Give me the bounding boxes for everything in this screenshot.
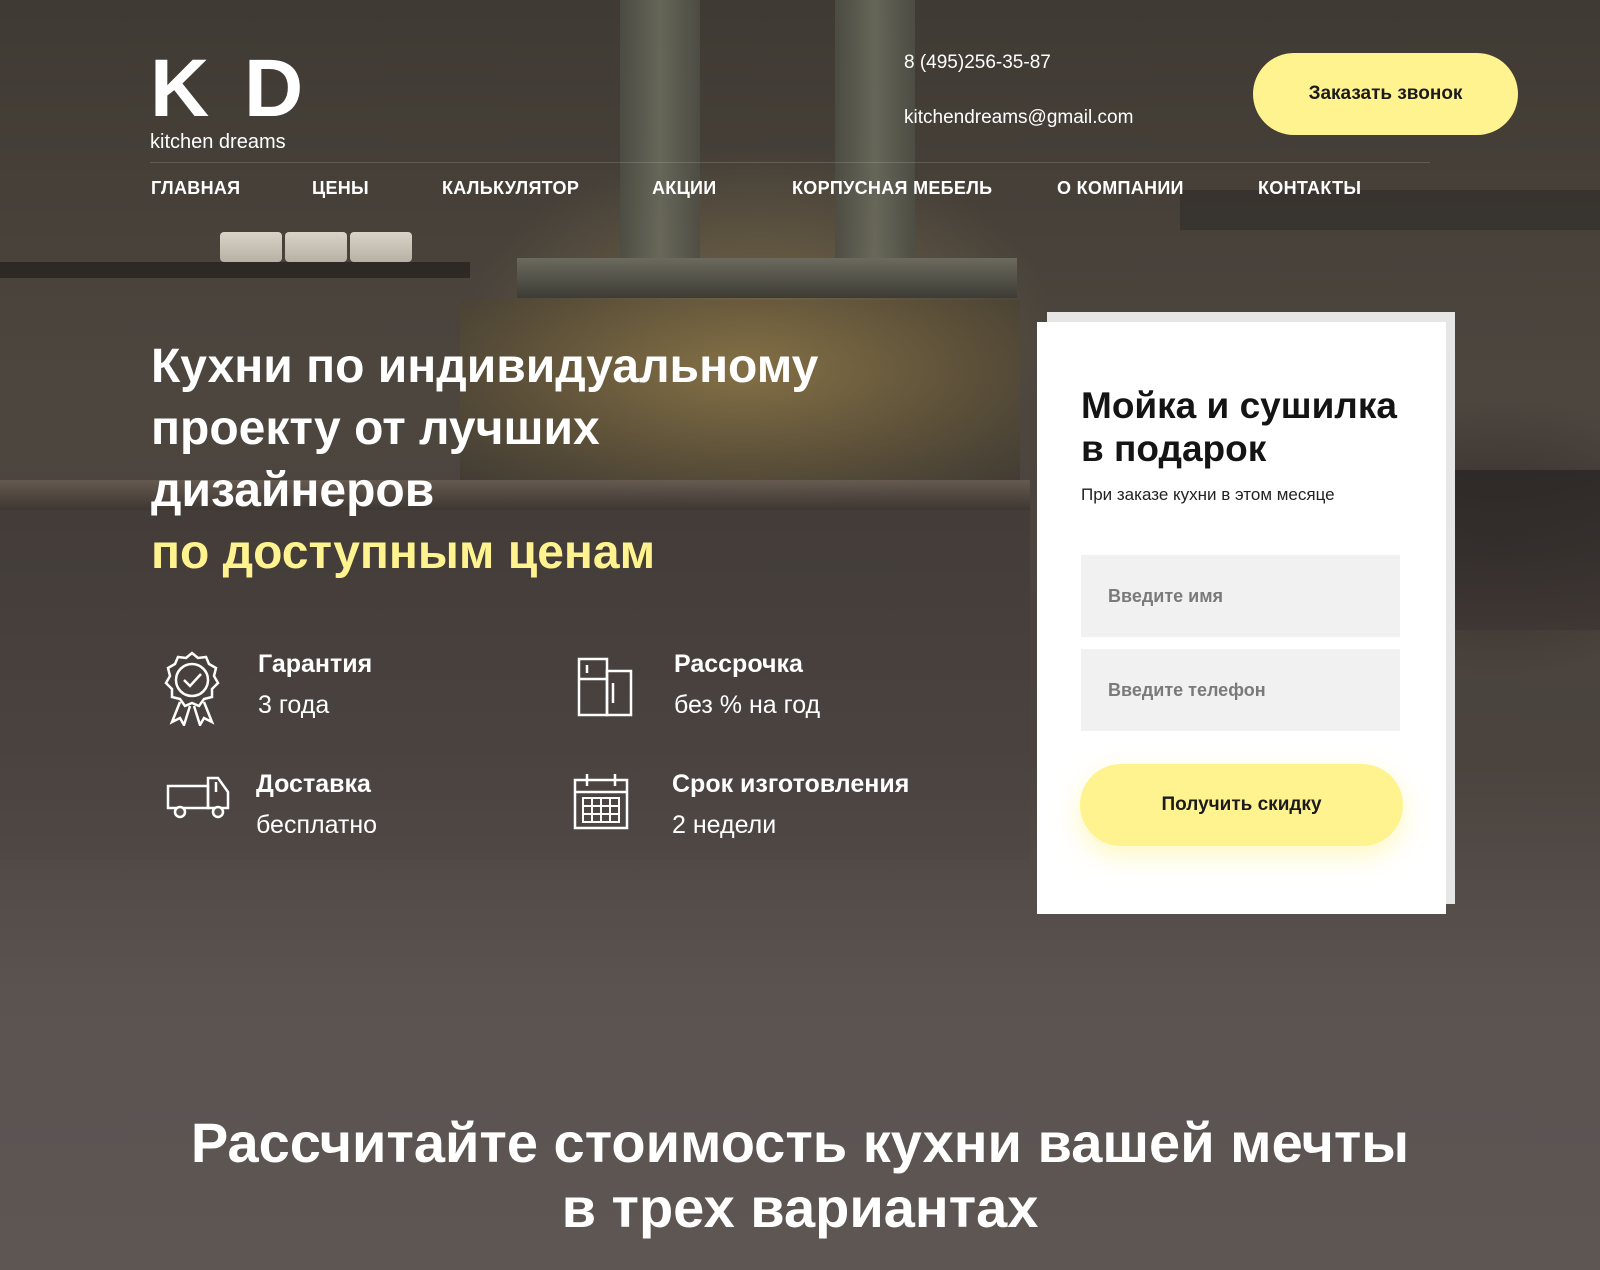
hero-line: проекту от лучших xyxy=(151,402,600,455)
kitchen-shelf xyxy=(0,262,470,278)
feature-title: Доставка xyxy=(256,770,371,798)
nav-item-about[interactable]: О КОМПАНИИ xyxy=(1057,178,1184,199)
order-call-button[interactable]: Заказать звонок xyxy=(1253,53,1518,135)
feature-title: Гарантия xyxy=(258,650,373,678)
feature-title: Рассрочка xyxy=(674,650,803,678)
nav-item-promotions[interactable]: АКЦИИ xyxy=(652,178,717,199)
wall-cabinet xyxy=(1180,190,1600,230)
plates-stack xyxy=(220,232,282,262)
hero-line: дизайнеров xyxy=(151,464,435,517)
award-icon xyxy=(164,651,220,726)
feature-subtitle: без % на год xyxy=(674,691,821,719)
calculator-section-title: Рассчитайте стоимость кухни вашей мечты … xyxy=(150,1110,1450,1240)
calculator-title-line: в трех вариантах xyxy=(561,1176,1039,1239)
hero-accent: по доступным ценам xyxy=(151,526,656,579)
hero-line: Кухни по индивидуальному xyxy=(151,340,819,393)
phone-input[interactable] xyxy=(1081,649,1400,731)
nav-item-prices[interactable]: ЦЕНЫ xyxy=(312,178,369,199)
hood-chimney xyxy=(835,0,915,270)
feature-subtitle: 2 недели xyxy=(672,811,777,839)
logo-tagline: kitchen dreams xyxy=(150,131,286,153)
fridge-icon xyxy=(577,657,633,717)
header-divider xyxy=(150,162,1430,163)
bookshelf xyxy=(1440,470,1600,630)
feature-title: Срок изготовления xyxy=(672,770,910,798)
name-input[interactable] xyxy=(1081,555,1400,637)
truck-icon xyxy=(166,776,230,819)
nav-item-furniture[interactable]: КОРПУСНАЯ МЕБЕЛЬ xyxy=(792,178,992,199)
hero-headline: Кухни по индивидуальному проекту от лучш… xyxy=(151,336,911,584)
phone-number[interactable]: 8 (495)256-35-87 xyxy=(904,52,1051,74)
promo-subtitle: При заказе кухни в этом месяце xyxy=(1081,485,1335,504)
get-discount-button[interactable]: Получить скидку xyxy=(1080,764,1403,846)
range-hood xyxy=(517,258,1017,298)
logo[interactable]: K D xyxy=(150,44,309,134)
feature-subtitle: 3 года xyxy=(258,691,330,719)
plates-stack xyxy=(285,232,347,262)
email-address[interactable]: kitchendreams@gmail.com xyxy=(904,107,1133,129)
nav-item-calculator[interactable]: КАЛЬКУЛЯТОР xyxy=(442,178,579,199)
feature-subtitle: бесплатно xyxy=(256,811,378,839)
nav-item-contacts[interactable]: КОНТАКТЫ xyxy=(1258,178,1361,199)
promo-title: Мойка и сушилка в подарок xyxy=(1081,385,1397,469)
hood-chimney xyxy=(620,0,700,270)
calendar-icon xyxy=(573,774,629,830)
plates-stack xyxy=(350,232,412,262)
nav-item-home[interactable]: ГЛАВНАЯ xyxy=(151,178,240,199)
calculator-title-line: Рассчитайте стоимость кухни вашей мечты xyxy=(190,1111,1410,1174)
promo-card: Мойка и сушилка в подарок При заказе кух… xyxy=(1037,322,1446,914)
